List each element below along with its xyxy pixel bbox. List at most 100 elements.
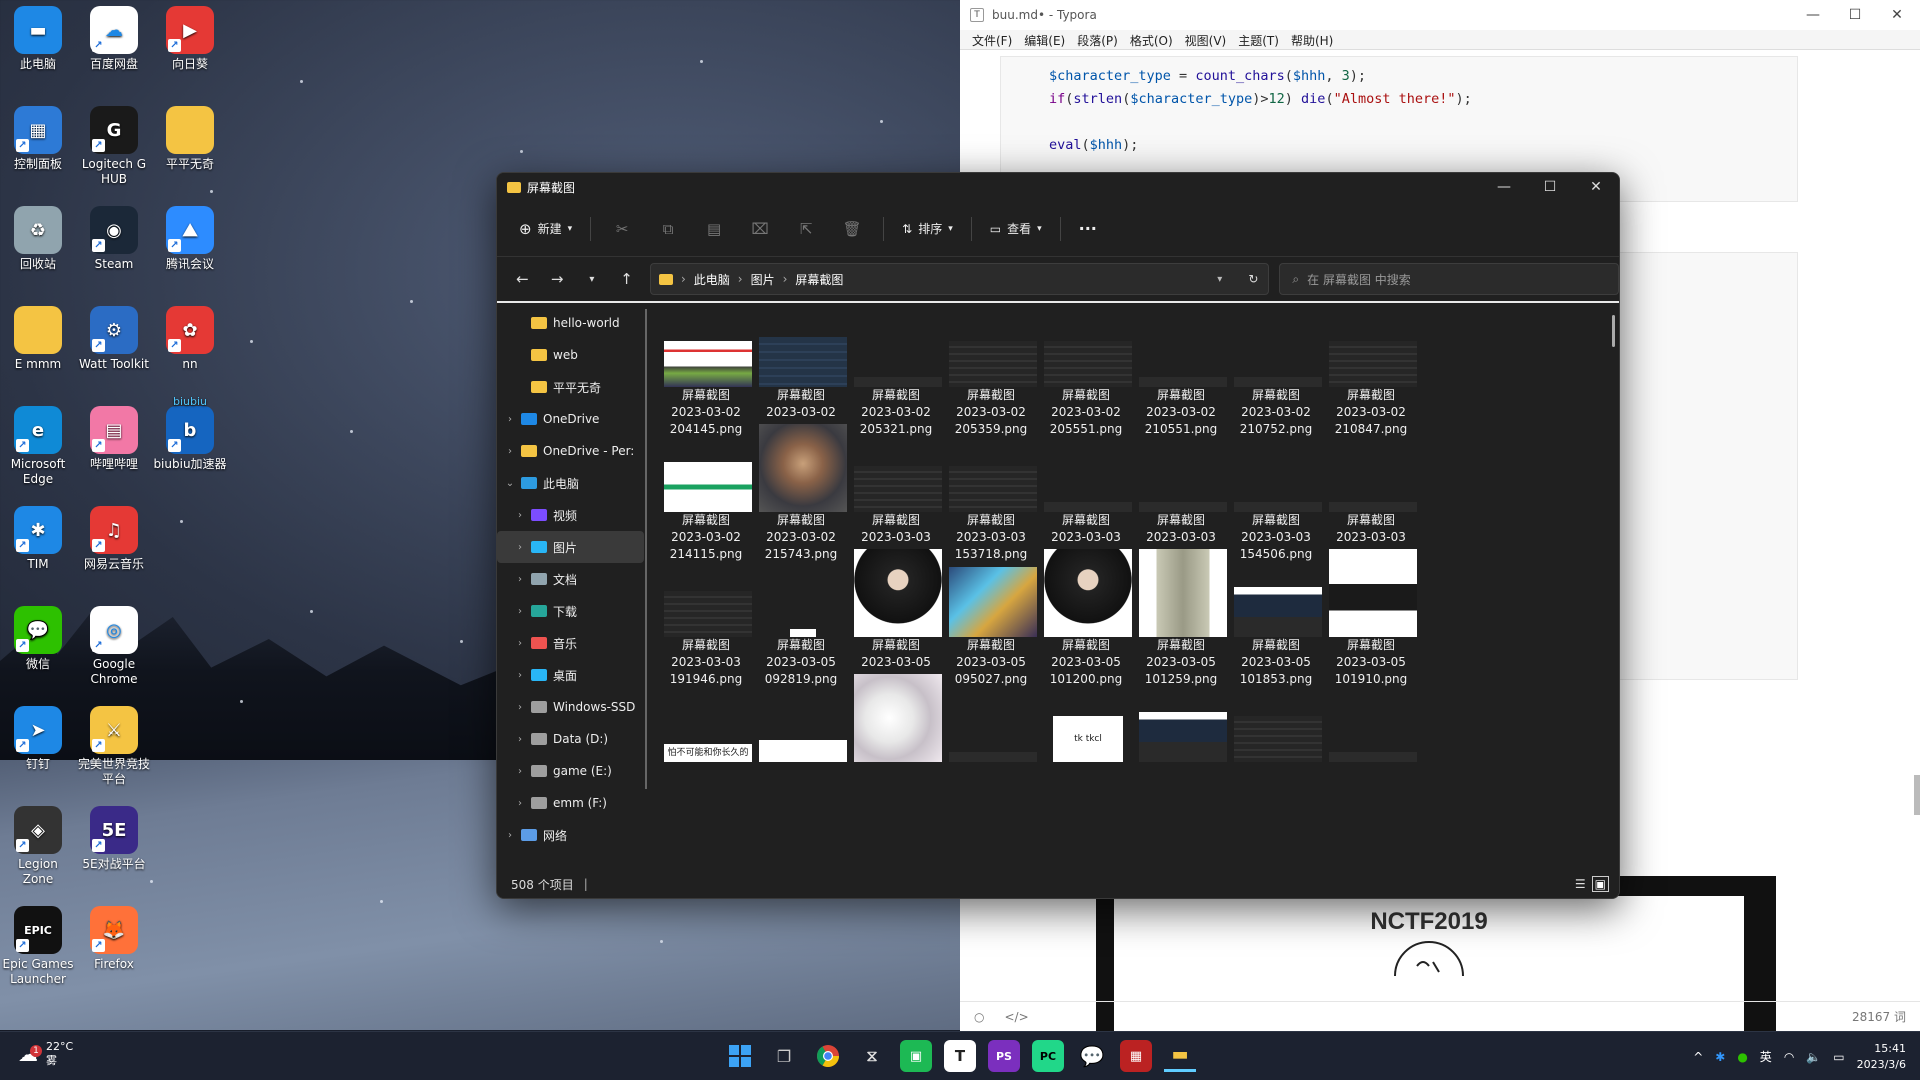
menu-item[interactable]: 编辑(E) [1018,30,1071,49]
chrome-taskbar-icon[interactable] [812,1040,844,1072]
desktop-shortcut[interactable]: ⛰ ↗ 腾讯会议 [153,206,227,272]
source-mode-icon[interactable]: </> [1004,1010,1028,1024]
desktop-shortcut[interactable]: b ↗ biubiu biubiu加速器 [153,395,227,472]
chevron-right-icon[interactable]: › [513,638,527,649]
desktop-shortcut[interactable]: 5E ↗ 5E对战平台 [77,806,151,872]
file-item[interactable] [754,684,848,834]
desktop-shortcut[interactable]: EPIC ↗ Epic Games Launcher [1,906,75,987]
rename-icon[interactable]: ⌧ [737,220,783,238]
nav-item[interactable]: › 桌面 [497,659,654,691]
share-icon[interactable]: ⇱ [783,220,829,238]
minimize-button[interactable]: — [1481,173,1527,201]
chevron-right-icon[interactable]: › [513,510,527,521]
nav-item[interactable]: › 图片 [497,531,644,563]
desktop-shortcut[interactable]: ▤ ↗ 哔哩哔哩 [77,406,151,472]
desktop-shortcut[interactable]: ☁ ↗ 百度网盘 [77,6,151,72]
refresh-icon[interactable]: ↻ [1248,272,1258,286]
nav-item[interactable]: › 网络 [497,819,654,851]
file-item[interactable] [1324,684,1418,834]
word-count[interactable]: 28167 词 [1852,1008,1906,1025]
minimize-button[interactable]: — [1790,0,1836,30]
desktop-shortcut[interactable]: e ↗ Microsoft Edge [1,406,75,487]
desktop-shortcut[interactable]: ▶ ↗ 向日葵 [153,6,227,72]
nav-item[interactable]: › OneDrive [497,403,654,435]
pycharm-taskbar-icon[interactable]: PC [1032,1040,1064,1072]
new-button[interactable]: ⊕ 新建 ▾ [509,214,582,244]
chevron-right-icon[interactable]: › [513,734,527,745]
nav-item[interactable]: › 音乐 [497,627,654,659]
close-button[interactable]: ✕ [1573,173,1619,201]
desktop-shortcut[interactable]: ▦ ↗ 控制面板 [1,106,75,172]
desktop-shortcut[interactable]: ♫ ↗ 网易云音乐 [77,506,151,572]
chevron-right-icon[interactable]: › [513,766,527,777]
menu-item[interactable]: 文件(F) [966,30,1018,49]
desktop-shortcut[interactable]: ✱ ↗ TIM [1,506,75,572]
details-view-icon[interactable]: ☰ [1575,877,1586,891]
desktop-shortcut[interactable]: 💬 ↗ 微信 [1,606,75,672]
desktop-shortcut[interactable]: ◎ ↗ Google Chrome [77,606,151,687]
desktop-shortcut[interactable]: ◉ ↗ Steam [77,206,151,272]
recent-chevron-icon[interactable]: ▾ [574,274,609,285]
nav-item[interactable]: › 视频 [497,499,654,531]
file-item[interactable] [1229,684,1323,834]
chevron-right-icon[interactable]: › [503,446,517,457]
chevron-right-icon[interactable]: › [513,574,527,585]
menu-item[interactable]: 格式(O) [1124,30,1179,49]
desktop-shortcut[interactable]: ➤ ↗ 钉钉 [1,706,75,772]
sort-button[interactable]: ⇅ 排序 ▾ [892,214,963,243]
wifi-icon[interactable]: ◠ [1784,1050,1794,1064]
menu-item[interactable]: 主题(T) [1232,30,1285,49]
tray-overflow-chevron-icon[interactable]: ^ [1693,1050,1703,1064]
thumbnail-view-icon[interactable]: ▣ [1591,876,1609,892]
desktop-shortcut[interactable]: 🦊 ↗ Firefox [77,906,151,972]
nav-item[interactable]: › emm (F:) [497,787,654,819]
desktop-shortcut[interactable]: ♻ 回收站 [1,206,75,272]
search-input[interactable]: ⌕ 在 屏幕截图 中搜索 [1279,263,1619,295]
file-item[interactable]: tk tkcl [1039,684,1133,834]
nav-item[interactable]: hello-world [497,307,654,339]
address-dropdown-icon[interactable]: ▾ [1217,274,1222,285]
desktop-shortcut[interactable]: ⚙ ↗ Watt Toolkit [77,306,151,372]
maximize-button[interactable]: ☐ [1832,0,1878,30]
desktop-shortcut[interactable]: ✿ ↗ nn [153,306,227,372]
file-item[interactable] [1134,684,1228,834]
chevron-right-icon[interactable]: › [503,414,517,425]
file-explorer-taskbar-icon[interactable]: ▬ [1164,1040,1196,1072]
cut-icon[interactable]: ✂ [599,220,645,238]
nav-item[interactable]: 平平无奇 [497,371,654,403]
phpstorm-taskbar-icon[interactable]: PS [988,1040,1020,1072]
nav-item[interactable]: ⌄ 此电脑 [497,467,654,499]
clock[interactable]: 15:41 2023/3/6 [1857,1041,1906,1073]
desktop-shortcut[interactable]: 平平无奇 [153,106,227,172]
copy-icon[interactable]: ⧉ [645,220,691,238]
desktop-shortcut[interactable]: ▬ 此电脑 [1,6,75,72]
breadcrumb-item[interactable]: 图片 [751,271,775,288]
nav-item[interactable]: › OneDrive - Per: [497,435,654,467]
view-button[interactable]: ▭ 查看 ▾ [980,214,1052,243]
chevron-right-icon[interactable]: › [513,702,527,713]
menu-item[interactable]: 段落(P) [1071,30,1124,49]
desktop-shortcut[interactable]: E mmm [1,306,75,372]
chevron-right-icon[interactable]: › [513,542,527,553]
task-view-icon[interactable]: ❐ [768,1040,800,1072]
nav-item[interactable]: › 下载 [497,595,654,627]
file-item[interactable] [944,684,1038,834]
chevron-right-icon[interactable]: › [513,606,527,617]
file-item[interactable]: 怕不可能和你长久的 [659,684,753,834]
store-taskbar-icon[interactable]: ▣ [900,1040,932,1072]
menu-item[interactable]: 视图(V) [1179,30,1233,49]
chevron-right-icon[interactable]: › [513,798,527,809]
tray-wechat-icon[interactable]: ● [1737,1050,1747,1064]
desktop-shortcut[interactable]: ◈ ↗ Legion Zone [1,806,75,887]
delete-icon[interactable]: 🗑 [829,220,875,238]
breadcrumb-item[interactable]: 屏幕截图 [795,271,843,288]
app-taskbar-icon[interactable]: ▦ [1120,1040,1152,1072]
tray-dingtalk-icon[interactable]: ✱ [1715,1050,1725,1064]
start-button[interactable] [724,1040,756,1072]
typora-scrollbar[interactable] [1914,775,1920,815]
up-arrow-icon[interactable]: ↑ [609,270,644,288]
nav-item[interactable]: › Windows-SSD [497,691,654,723]
forward-arrow-icon[interactable]: → [540,270,575,288]
wechat-taskbar-icon[interactable]: 💬 [1076,1040,1108,1072]
weather-widget[interactable]: ☁ 1 22°C 雾 [18,1040,73,1068]
